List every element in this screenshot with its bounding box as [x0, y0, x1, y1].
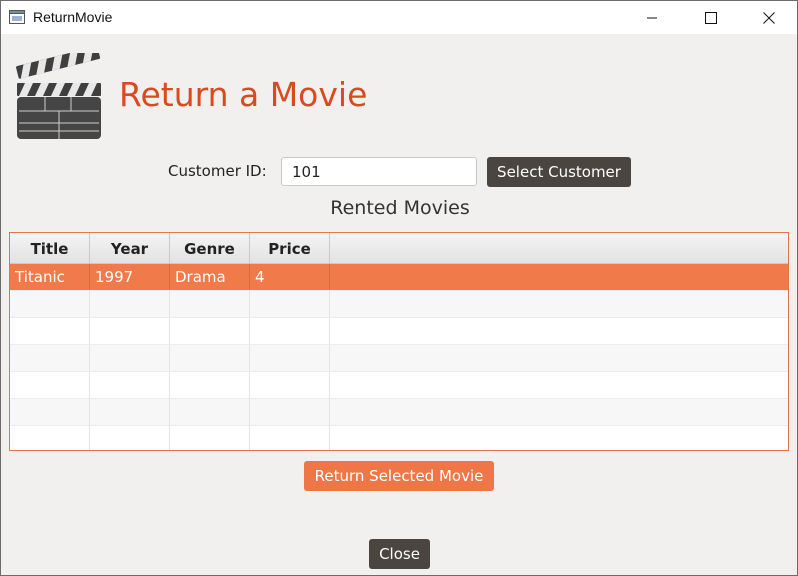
maximize-button[interactable]: [688, 1, 734, 34]
table-row[interactable]: Titanic 1997 Drama 4: [10, 264, 788, 291]
window-title: ReturnMovie: [33, 9, 113, 25]
empty-table-row: [10, 318, 788, 345]
title-bar[interactable]: ReturnMovie: [1, 1, 797, 34]
close-window-button[interactable]: [746, 1, 792, 34]
customer-id-input[interactable]: [281, 157, 477, 186]
return-movie-window: ReturnMovie Return a Movie Customer ID: …: [0, 0, 798, 576]
cell-filler: [330, 264, 788, 290]
column-header-year[interactable]: Year: [90, 233, 170, 264]
table-header: Title Year Genre Price: [10, 233, 788, 264]
page-title: Return a Movie: [119, 75, 368, 114]
empty-table-row: [10, 291, 788, 318]
empty-table-row: [10, 345, 788, 372]
minimize-button[interactable]: [629, 1, 675, 34]
customer-id-label: Customer ID:: [168, 162, 267, 180]
column-header-title[interactable]: Title: [10, 233, 90, 264]
return-selected-movie-button[interactable]: Return Selected Movie: [304, 461, 494, 491]
clapperboard-icon: [16, 53, 101, 139]
cell-title: Titanic: [10, 264, 90, 290]
empty-table-row: [10, 372, 788, 399]
app-window-icon: [9, 10, 25, 24]
cell-year: 1997: [90, 264, 170, 290]
empty-table-row: [10, 426, 788, 450]
column-header-filler: [330, 233, 788, 264]
maximize-icon: [705, 11, 717, 24]
close-button[interactable]: Close: [369, 539, 430, 569]
rented-movies-table[interactable]: Title Year Genre Price Titanic 1997 Dram…: [9, 232, 789, 451]
select-customer-button[interactable]: Select Customer: [487, 157, 631, 187]
cell-price: 4: [250, 264, 330, 290]
rented-movies-title: Rented Movies: [330, 197, 470, 219]
column-header-genre[interactable]: Genre: [170, 233, 250, 264]
empty-table-row: [10, 399, 788, 426]
column-header-price[interactable]: Price: [250, 233, 330, 264]
close-icon: [763, 11, 775, 24]
minimize-icon: [647, 17, 657, 18]
cell-genre: Drama: [170, 264, 250, 290]
